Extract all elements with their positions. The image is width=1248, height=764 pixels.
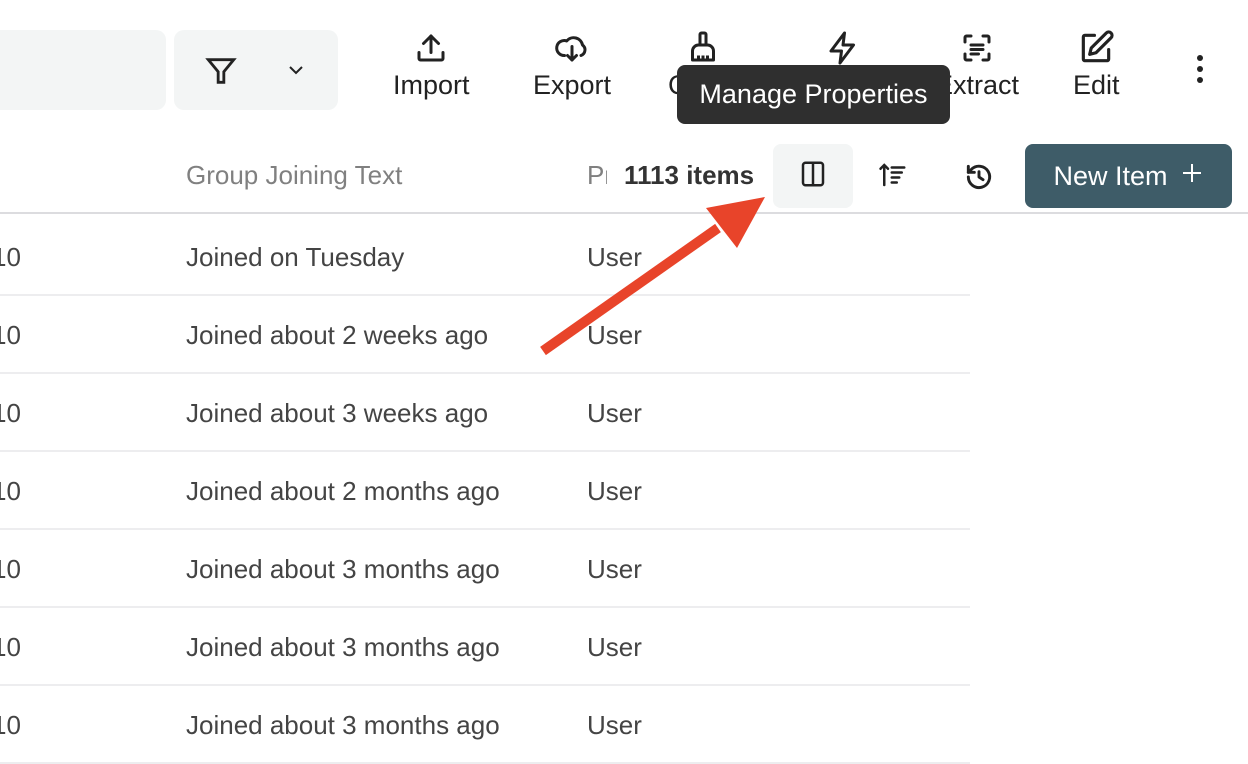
plus-icon [1180, 161, 1204, 192]
table-row[interactable]: 10 Joined on Tuesday User [0, 218, 970, 296]
cell-value: 10 [0, 710, 21, 740]
scan-text-icon [957, 28, 997, 68]
header-divider [0, 212, 1248, 214]
item-count: 1113 items [624, 160, 755, 190]
cell-property: User [587, 320, 642, 350]
cell-property: User [587, 476, 642, 506]
brush-icon [683, 28, 723, 68]
cell-value: 10 [0, 398, 21, 428]
cell-property: User [587, 710, 642, 740]
cell-group-joining-text: Joined about 3 months ago [186, 710, 500, 740]
import-button[interactable]: Import [393, 28, 470, 101]
sort-icon [878, 160, 908, 195]
cell-value: 10 [0, 632, 21, 662]
new-item-button[interactable]: New Item [1025, 144, 1232, 208]
manage-properties-button[interactable] [773, 144, 853, 208]
cell-value: 10 [0, 554, 21, 584]
table-row[interactable]: 10 Joined about 3 months ago User [0, 608, 970, 686]
edit-label: Edit [1073, 70, 1120, 100]
column-header-property[interactable]: Property [587, 160, 607, 191]
cell-property: User [587, 554, 642, 584]
table-row[interactable]: 10 Joined about 3 months ago User [0, 686, 970, 764]
new-item-label: New Item [1053, 160, 1168, 191]
cell-group-joining-text: Joined about 3 months ago [186, 554, 500, 584]
cell-group-joining-text: Joined about 3 weeks ago [186, 398, 489, 428]
columns-icon [798, 159, 828, 194]
lightning-icon [823, 28, 863, 68]
cell-property: User [587, 398, 642, 428]
more-vertical-icon[interactable] [1186, 52, 1214, 93]
import-label: Import [393, 70, 470, 100]
export-label: Export [533, 70, 612, 100]
upload-icon [411, 28, 451, 68]
export-button[interactable]: Export [533, 28, 611, 101]
cell-value: 10 [0, 320, 21, 350]
cell-value: 10 [0, 476, 21, 506]
search-input[interactable] [0, 30, 166, 110]
cell-property: User [587, 242, 642, 272]
cell-group-joining-text: Joined about 2 weeks ago [186, 320, 489, 350]
table-row[interactable]: 10 Joined about 3 months ago User [0, 530, 970, 608]
cell-value: 10 [0, 242, 21, 272]
table-row[interactable]: 10 Joined about 3 weeks ago User [0, 374, 970, 452]
tooltip-manage-properties: Manage Properties [677, 65, 950, 124]
cloud-download-icon [552, 28, 592, 68]
table-row[interactable]: 10 Joined about 2 weeks ago User [0, 296, 970, 374]
cell-group-joining-text: Joined about 2 months ago [186, 476, 500, 506]
filter-icon [204, 54, 238, 93]
history-icon [963, 161, 995, 198]
cell-property: User [587, 632, 642, 662]
cell-group-joining-text: Joined about 3 months ago [186, 632, 500, 662]
sort-button[interactable] [872, 156, 914, 198]
cell-group-joining-text: Joined on Tuesday [186, 242, 405, 272]
table-row[interactable]: 10 Joined about 2 months ago User [0, 452, 970, 530]
chevron-down-icon[interactable] [284, 58, 308, 87]
history-button[interactable] [958, 158, 1000, 200]
filter-button[interactable] [174, 30, 338, 110]
edit-button[interactable]: Edit [1073, 28, 1120, 101]
column-header-group-joining-text[interactable]: Group Joining Text [186, 160, 402, 191]
edit-icon [1076, 28, 1116, 68]
